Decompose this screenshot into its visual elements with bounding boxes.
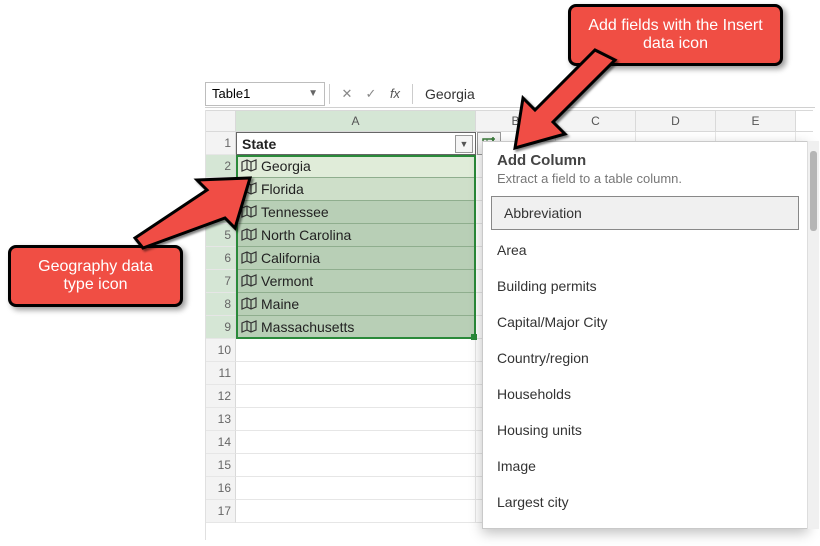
panel-item-building-permits[interactable]: Building permits bbox=[483, 268, 807, 304]
cell-value: Maine bbox=[261, 296, 299, 312]
cell-value: Tennessee bbox=[261, 204, 329, 220]
row-header[interactable]: 13 bbox=[206, 408, 236, 431]
panel-item-largest-city[interactable]: Largest city bbox=[483, 484, 807, 520]
select-all-corner[interactable] bbox=[206, 111, 236, 131]
cancel-icon[interactable]: ✕ bbox=[338, 85, 356, 103]
cell-value: Florida bbox=[261, 181, 304, 197]
row-header[interactable]: 10 bbox=[206, 339, 236, 362]
panel-scrollbar[interactable] bbox=[807, 141, 819, 529]
row-header[interactable]: 15 bbox=[206, 454, 236, 477]
cell[interactable]: California bbox=[236, 247, 476, 270]
row-header[interactable]: 16 bbox=[206, 477, 236, 500]
scrollbar-thumb[interactable] bbox=[810, 151, 817, 231]
panel-item-country-region[interactable]: Country/region bbox=[483, 340, 807, 376]
name-box-value: Table1 bbox=[212, 86, 250, 101]
geography-icon bbox=[241, 297, 257, 311]
panel-item-abbreviation[interactable]: Abbreviation bbox=[491, 196, 799, 230]
cell[interactable] bbox=[236, 339, 476, 362]
row-header[interactable]: 14 bbox=[206, 431, 236, 454]
row-header[interactable]: 8 bbox=[206, 293, 236, 316]
row-header[interactable]: 12 bbox=[206, 385, 236, 408]
panel-item-image[interactable]: Image bbox=[483, 448, 807, 484]
chevron-down-icon: ▼ bbox=[308, 88, 318, 99]
cell[interactable] bbox=[236, 362, 476, 385]
divider bbox=[329, 84, 330, 104]
cell[interactable]: Florida bbox=[236, 178, 476, 201]
row-header[interactable]: 2 bbox=[206, 155, 236, 178]
panel-list: Abbreviation Area Building permits Capit… bbox=[483, 194, 807, 528]
panel-item-capital[interactable]: Capital/Major City bbox=[483, 304, 807, 340]
cell[interactable]: North Carolina bbox=[236, 224, 476, 247]
col-header-A[interactable]: A bbox=[236, 111, 476, 131]
cell[interactable] bbox=[236, 500, 476, 523]
divider bbox=[412, 84, 413, 104]
row-header[interactable]: 17 bbox=[206, 500, 236, 523]
formula-bar-buttons: ✕ ✓ fx bbox=[334, 85, 408, 103]
panel-subtitle: Extract a field to a table column. bbox=[497, 171, 793, 186]
fx-icon[interactable]: fx bbox=[386, 85, 404, 103]
col-header-D[interactable]: D bbox=[636, 111, 716, 131]
geography-icon bbox=[241, 274, 257, 288]
geography-icon bbox=[241, 159, 257, 173]
row-header[interactable]: 11 bbox=[206, 362, 236, 385]
fx-label: fx bbox=[390, 86, 400, 101]
cell[interactable] bbox=[236, 385, 476, 408]
panel-title: Add Column bbox=[497, 152, 793, 169]
col-header-E[interactable]: E bbox=[716, 111, 796, 131]
row-header[interactable]: 7 bbox=[206, 270, 236, 293]
cell[interactable] bbox=[236, 408, 476, 431]
arrow-icon bbox=[505, 50, 625, 150]
arrow-icon bbox=[135, 178, 255, 268]
table-header-label: State bbox=[242, 136, 276, 152]
cell-value: California bbox=[261, 250, 320, 266]
cell[interactable] bbox=[236, 431, 476, 454]
cell[interactable]: Tennessee bbox=[236, 201, 476, 224]
table-header-cell[interactable]: State ▼ bbox=[236, 132, 476, 155]
cell[interactable]: Maine bbox=[236, 293, 476, 316]
row-header[interactable]: 1 bbox=[206, 132, 236, 155]
panel-item-housing-units[interactable]: Housing units bbox=[483, 412, 807, 448]
cell[interactable]: Georgia bbox=[236, 155, 476, 178]
cell-value: North Carolina bbox=[261, 227, 351, 243]
cell[interactable] bbox=[236, 454, 476, 477]
name-box[interactable]: Table1 ▼ bbox=[205, 82, 325, 106]
row-header[interactable]: 9 bbox=[206, 316, 236, 339]
cell-value: Vermont bbox=[261, 273, 313, 289]
cell-value: Massachusetts bbox=[261, 319, 354, 335]
cell-value: Georgia bbox=[261, 158, 311, 174]
geography-icon bbox=[241, 320, 257, 334]
cell[interactable]: Massachusetts bbox=[236, 316, 476, 339]
accept-icon[interactable]: ✓ bbox=[362, 85, 380, 103]
cell[interactable] bbox=[236, 477, 476, 500]
panel-item-households[interactable]: Households bbox=[483, 376, 807, 412]
add-column-panel: Add Column Extract a field to a table co… bbox=[482, 141, 808, 529]
cell[interactable]: Vermont bbox=[236, 270, 476, 293]
panel-item-area[interactable]: Area bbox=[483, 232, 807, 268]
filter-dropdown-icon[interactable]: ▼ bbox=[455, 135, 473, 153]
